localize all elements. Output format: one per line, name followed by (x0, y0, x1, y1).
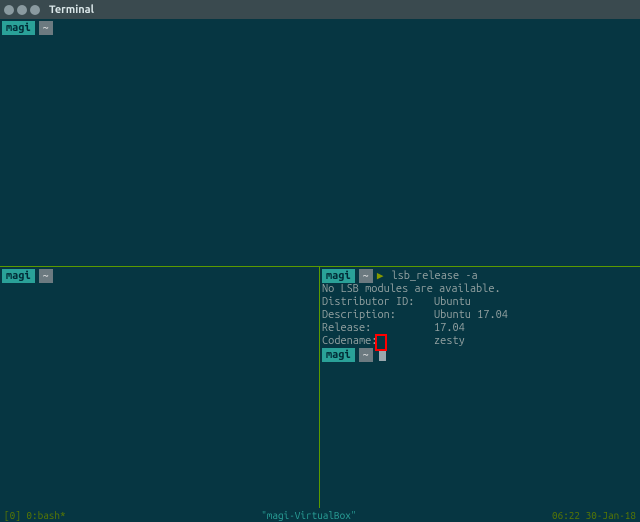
prompt-caret-icon: ▶ (377, 269, 384, 283)
output-val: Ubuntu 17.04 (434, 309, 508, 322)
output-row: Release: 17.04 (322, 322, 640, 335)
window-titlebar: Terminal (0, 0, 640, 19)
prompt-dir: ~ (39, 269, 53, 283)
minimize-icon[interactable] (17, 5, 27, 15)
cursor-icon (379, 349, 386, 361)
output-val: Ubuntu (434, 296, 471, 309)
command-text: lsb_release -a (391, 269, 477, 283)
output-key: Codename: (322, 335, 434, 348)
prompt-user: magi (322, 348, 355, 362)
output-key: Distributor ID: (322, 296, 434, 309)
prompt-user: magi (2, 21, 35, 35)
output-key: Release: (322, 322, 434, 335)
output-val: zesty (434, 335, 465, 348)
status-middle: "magi-VirtualBox" (66, 510, 552, 521)
prompt-line: magi ~ (322, 348, 640, 362)
prompt-line: magi ~ (2, 21, 640, 35)
output-val: 17.04 (434, 322, 465, 335)
output-row: Codename: zesty (322, 335, 640, 348)
output-row: Distributor ID: Ubuntu (322, 296, 640, 309)
prompt-user: magi (322, 269, 355, 283)
maximize-icon[interactable] (30, 5, 40, 15)
prompt-dir: ~ (359, 269, 373, 283)
output-no-modules: No LSB modules are available. (322, 283, 640, 296)
output-key: Description: (322, 309, 434, 322)
tmux-pane-bottom-right[interactable]: magi ~ ▶ lsb_release -a No LSB modules a… (320, 267, 640, 508)
close-icon[interactable] (4, 5, 14, 15)
window-title: Terminal (49, 4, 94, 16)
status-right: 06:22 30-Jan-18 (552, 510, 636, 521)
prompt-line: magi ~ ▶ lsb_release -a (322, 269, 640, 283)
status-left: [0] 0:bash* (4, 510, 66, 521)
tmux-pane-top[interactable]: magi ~ (0, 19, 640, 267)
tmux-status-bar: [0] 0:bash* "magi-VirtualBox" 06:22 30-J… (0, 508, 640, 522)
prompt-dir: ~ (39, 21, 53, 35)
output-row: Description: Ubuntu 17.04 (322, 309, 640, 322)
prompt-user: magi (2, 269, 35, 283)
prompt-dir: ~ (359, 348, 373, 362)
tmux-pane-bottom-left[interactable]: magi ~ (0, 267, 320, 508)
terminal-body[interactable]: magi ~ magi ~ magi ~ ▶ lsb_release -a No… (0, 19, 640, 522)
prompt-line: magi ~ (2, 269, 319, 283)
